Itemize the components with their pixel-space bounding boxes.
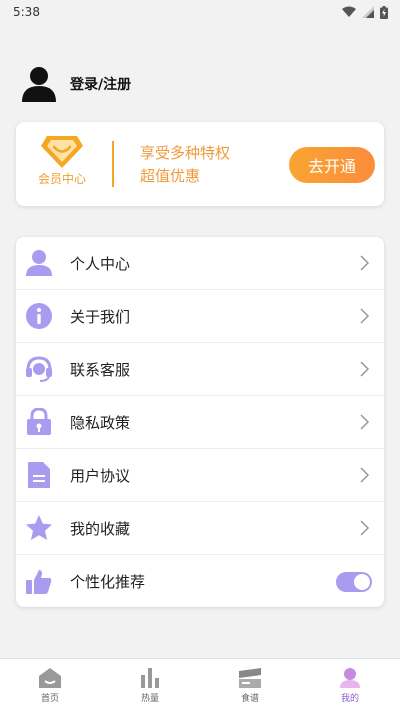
user-login-row[interactable]: 登录/注册 [20,64,131,104]
nav-item-mine[interactable]: 我的 [300,659,400,712]
chevron-right-icon [360,520,370,536]
personalized-recommendation-toggle[interactable] [336,571,372,592]
menu-item-label: 关于我们 [70,307,131,326]
menu-item-label: 联系客服 [70,360,131,379]
menu-item-customer-service[interactable]: 联系客服 [16,343,384,396]
vip-promo-line2: 超值优惠 [140,167,201,185]
nav-item-recipes[interactable]: 食谱 [200,659,300,712]
avatar-icon [22,67,56,102]
menu-item-about-us[interactable]: 关于我们 [16,290,384,343]
headset-icon [24,354,54,384]
menu-item-label: 隐私政策 [70,413,131,432]
nav-item-label: 我的 [340,694,359,704]
vip-divider [112,141,114,187]
user-profile-icon [340,668,360,688]
status-icons [342,5,388,19]
vip-promo-line1: 享受多种特权 [140,144,231,162]
vip-promo-text: 享受多种特权 超值优惠 [140,142,230,188]
menu-item-label: 个人中心 [70,254,131,273]
battery-icon [380,5,388,19]
person-icon [24,248,54,278]
bar-chart-icon [141,668,159,688]
document-icon [24,460,54,490]
open-vip-button[interactable]: 去开通 [289,147,375,183]
nav-item-calories[interactable]: 热量 [100,659,200,712]
chevron-right-icon [360,467,370,483]
chevron-right-icon [360,308,370,324]
info-icon [24,301,54,331]
lock-icon [24,407,54,437]
login-register-label[interactable]: 登录/注册 [70,74,131,94]
vip-center-label: 会员中心 [37,172,86,186]
vip-center[interactable]: 会员中心 [34,134,90,187]
menu-item-label: 用户协议 [70,466,131,485]
thumbs-up-icon [24,567,54,597]
chevron-right-icon [360,255,370,271]
star-icon [24,513,54,543]
nav-item-label: 食谱 [240,694,259,704]
nav-item-label: 首页 [40,694,59,704]
diamond-icon [41,136,83,168]
menu-list: 个人中心 关于我们 联系客服 隐私政策 用户协议 我的收藏 个性化推荐 [16,237,384,607]
bottom-nav: 首页 热量 食谱 我的 [0,658,400,712]
wifi-icon [342,6,356,17]
nav-item-label: 热量 [140,694,159,704]
recipe-book-icon [239,668,261,688]
signal-icon [362,6,374,18]
nav-item-home[interactable]: 首页 [0,659,100,712]
status-time: 5:38 [13,5,40,19]
menu-item-privacy-policy[interactable]: 隐私政策 [16,396,384,449]
menu-item-my-favorites[interactable]: 我的收藏 [16,502,384,555]
vip-card: 会员中心 享受多种特权 超值优惠 去开通 [16,122,384,206]
toggle-knob [354,573,370,590]
menu-item-user-agreement[interactable]: 用户协议 [16,449,384,502]
menu-item-label: 我的收藏 [70,519,131,538]
menu-item-personal-center[interactable]: 个人中心 [16,237,384,290]
home-icon [39,668,61,688]
chevron-right-icon [360,361,370,377]
menu-item-personalized-recommendation: 个性化推荐 [16,555,384,607]
status-bar: 5:38 [0,0,400,24]
menu-item-label: 个性化推荐 [70,573,146,591]
chevron-right-icon [360,414,370,430]
